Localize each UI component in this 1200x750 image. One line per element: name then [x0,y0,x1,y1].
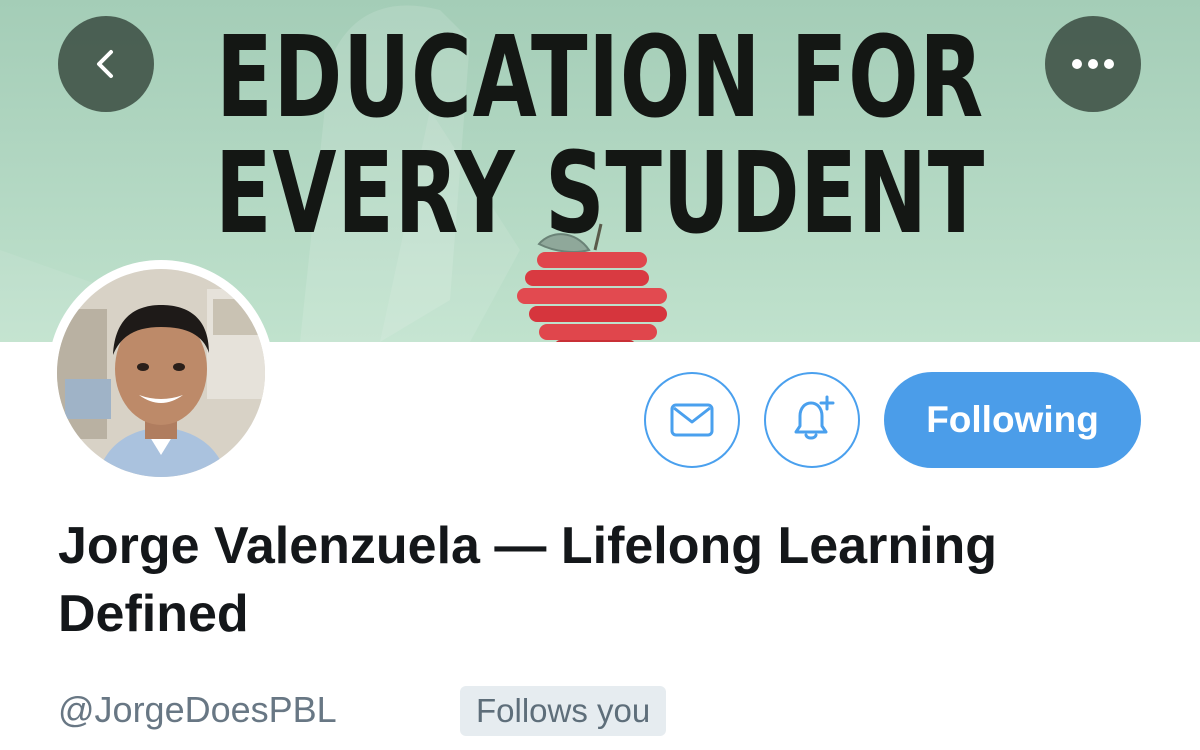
apple-icon [517,223,667,342]
avatar[interactable] [48,260,274,486]
profile-display-name: Jorge Valenzuela — Lifelong Learning Def… [58,517,998,643]
message-button[interactable] [644,372,740,468]
notifications-button[interactable] [764,372,860,468]
back-button[interactable] [58,16,154,112]
more-options-button[interactable] [1045,16,1141,112]
avatar-photo [57,269,265,477]
bell-plus-icon [794,395,835,440]
chevron-left-icon [97,50,113,78]
envelope-icon [670,403,714,437]
profile-handle: @JorgeDoesPBL [58,689,337,730]
follows-you-badge: Follows you [460,686,667,736]
more-horizontal-icon [1072,59,1114,69]
following-button[interactable]: Following [884,372,1141,468]
banner-headline-line-1: EDUCATION FOR [216,13,984,143]
